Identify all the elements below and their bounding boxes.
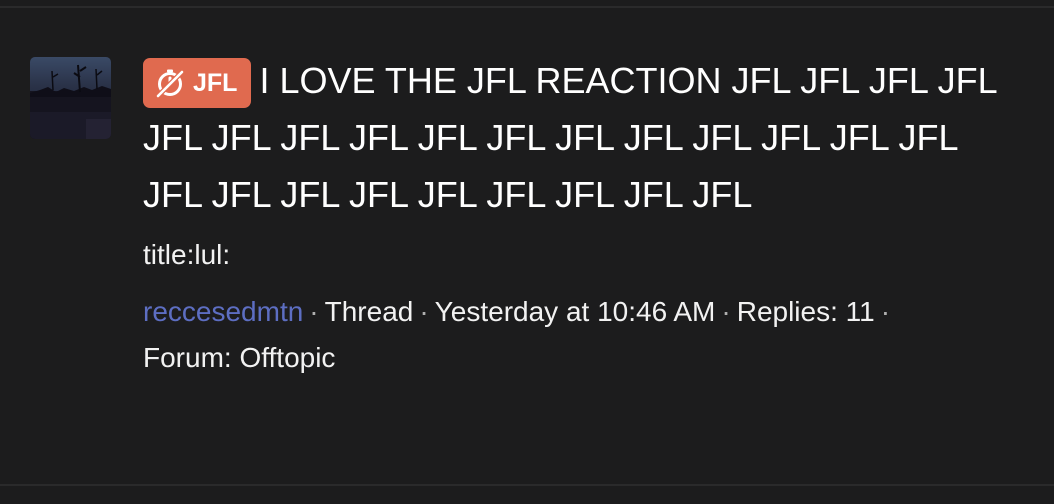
bottom-divider	[0, 484, 1054, 486]
forum-link[interactable]: Forum: Offtopic	[143, 342, 335, 373]
prefix-label: JFL	[193, 69, 238, 97]
separator: ·	[880, 296, 891, 327]
thread-timestamp[interactable]: Yesterday at 10:46 AM	[435, 296, 716, 327]
avatar[interactable]	[30, 57, 111, 139]
thread-title-text[interactable]: I LOVE THE JFL REACTION JFL JFL JFL JFL …	[143, 60, 996, 215]
thread-meta: reccesedmtn · Thread · Yesterday at 10:46 AM…	[143, 289, 1023, 381]
stopwatch-slash-icon	[155, 65, 185, 115]
thread-type: Thread	[324, 296, 414, 327]
separator: ·	[721, 296, 731, 327]
separator: ·	[419, 296, 429, 327]
replies-count: Replies: 11	[736, 296, 875, 327]
separator: ·	[309, 296, 319, 327]
thread-snippet: title:lul:	[143, 239, 231, 270]
prefix-badge[interactable]: JFL	[143, 58, 252, 108]
author-link[interactable]: reccesedmtn	[143, 296, 303, 327]
thread-item: JFL I LOVE THE JFL REACTION JFL JFL JFL …	[143, 52, 1023, 381]
thread-title[interactable]: JFL I LOVE THE JFL REACTION JFL JFL JFL …	[143, 52, 1023, 223]
top-divider	[0, 6, 1054, 8]
